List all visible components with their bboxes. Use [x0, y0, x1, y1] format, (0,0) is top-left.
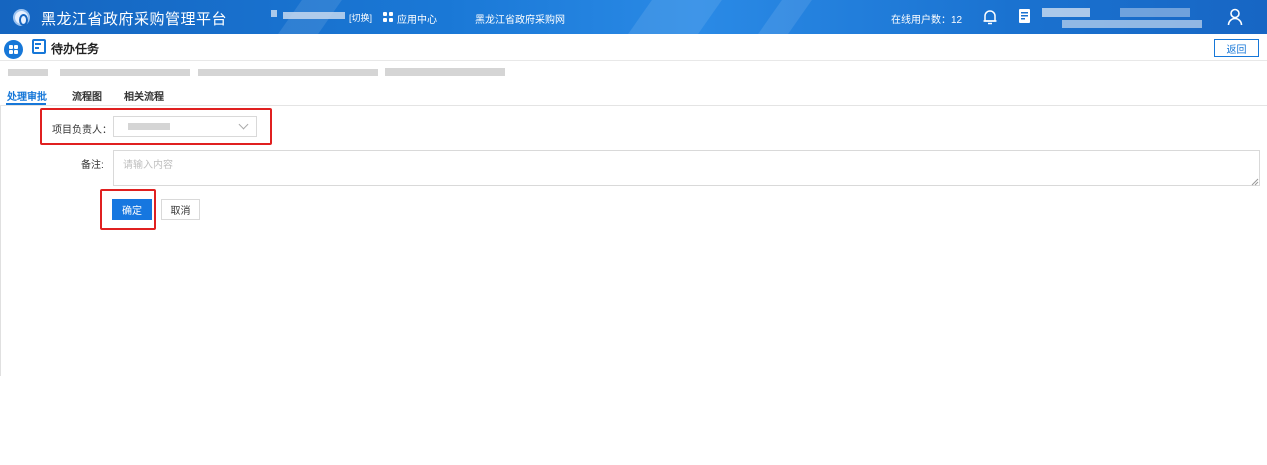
redacted-task-info	[385, 68, 505, 76]
site-title: 黑龙江省政府采购管理平台	[41, 11, 228, 28]
redacted-user-info	[1062, 20, 1202, 28]
user-avatar-icon[interactable]	[1227, 8, 1243, 26]
tab-related-process[interactable]: 相关流程	[124, 88, 164, 103]
switch-org-link[interactable]: [切换]	[349, 11, 372, 24]
task-icon	[32, 39, 46, 54]
procurement-site-link[interactable]: 黑龙江省政府采购网	[475, 11, 565, 26]
document-icon[interactable]	[1018, 8, 1032, 25]
app-grid-icon[interactable]	[383, 12, 393, 22]
content-border	[0, 106, 1, 376]
top-header: 黑龙江省政府采购管理平台 [切换] 应用中心 黑龙江省政府采购网 在线用户数：1…	[0, 0, 1267, 34]
confirm-button[interactable]: 确定	[112, 199, 152, 220]
page-title: 待办任务	[51, 42, 100, 56]
remark-textarea[interactable]	[113, 150, 1260, 186]
redacted-org-name	[283, 12, 345, 19]
divider	[0, 60, 1267, 61]
project-owner-label: 项目负责人：	[52, 125, 112, 136]
tabs-divider	[0, 105, 1267, 106]
side-menu-toggle-icon[interactable]	[4, 40, 23, 59]
redacted-task-info	[60, 69, 190, 76]
platform-logo-icon	[13, 9, 30, 26]
tab-process-approval[interactable]: 处理审批	[7, 88, 47, 103]
online-users-count: 在线用户数：12	[891, 15, 963, 26]
redacted-task-info	[8, 69, 48, 76]
app-center-link[interactable]: 应用中心	[397, 11, 437, 26]
redacted-user-info	[1120, 8, 1190, 17]
bell-icon[interactable]	[981, 8, 999, 26]
resize-grip-icon[interactable]	[1251, 178, 1259, 186]
redacted-user-info	[1042, 8, 1090, 17]
header-decoration	[758, 0, 812, 34]
redacted-task-info	[198, 69, 378, 76]
redacted-org-name	[271, 10, 277, 17]
redacted-selected-value	[128, 123, 170, 130]
project-owner-select[interactable]	[113, 116, 257, 137]
back-button[interactable]: 返回	[1214, 39, 1259, 57]
cancel-button[interactable]: 取消	[161, 199, 200, 220]
remark-label: 备注:	[81, 160, 104, 171]
tab-flowchart[interactable]: 流程图	[72, 88, 102, 103]
chevron-down-icon	[238, 119, 249, 130]
header-decoration	[628, 0, 722, 34]
